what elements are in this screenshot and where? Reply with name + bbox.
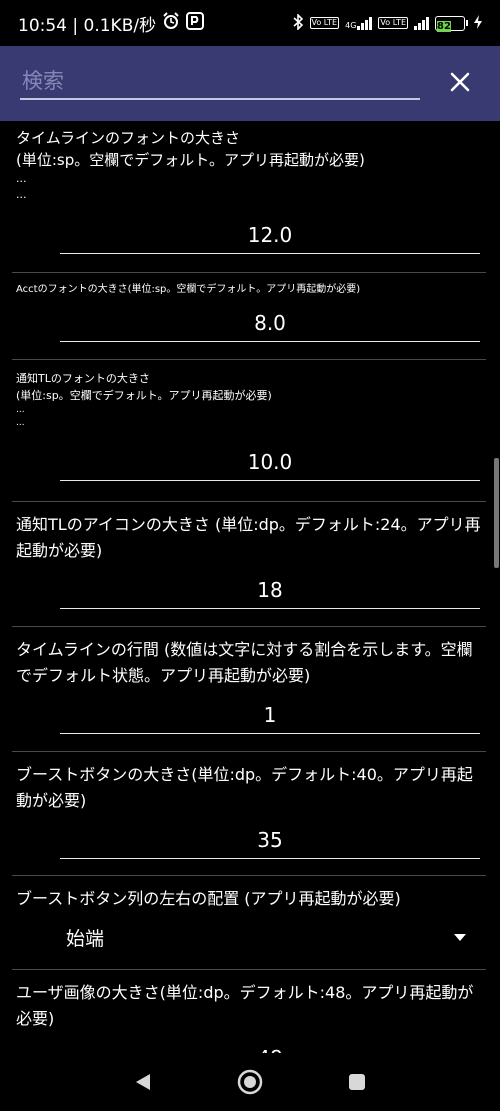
boost-button-alignment-select[interactable]: 始端 xyxy=(66,924,466,951)
home-circle-icon xyxy=(237,1069,263,1095)
label-line: タイムラインのフォントの大きさ xyxy=(16,129,240,147)
scrollbar[interactable] xyxy=(494,458,499,568)
label-line: 通知TLのフォントの大きさ xyxy=(16,372,150,385)
label-line: ... xyxy=(16,418,25,428)
notification-icon-size-input[interactable]: 18 xyxy=(60,578,480,609)
notification-font-size-input[interactable]: 10.0 xyxy=(60,450,480,481)
divider xyxy=(12,751,486,752)
setting-label: ユーザ画像の大きさ(単位:dp。デフォルト:48。アプリ再起動が必要) xyxy=(16,983,474,1028)
label-line: ... xyxy=(16,405,25,415)
signal-strength-icon-2 xyxy=(414,16,429,30)
setting-label: 通知TLのフォントの大きさ (単位:sp。空欄でデフォルト。アプリ再起動が必要)… xyxy=(16,370,486,430)
setting-label: ブーストボタン列の左右の配置 (アプリ再起動が必要) xyxy=(16,889,401,908)
setting-label: タイムラインの行間 (数値は文字に対する割合を示します。空欄でデフォルト状態。ア… xyxy=(16,640,473,685)
status-bar: 10:54 | 0.1KB/秒 Vo LTE 4G Vo LTE 82 xyxy=(0,0,500,46)
search-input[interactable] xyxy=(20,64,420,100)
label-line: ... xyxy=(16,188,27,201)
divider xyxy=(12,626,486,627)
setting-label: タイムラインのフォントの大きさ (単位:sp。空欄でデフォルト。アプリ再起動が必… xyxy=(16,127,486,203)
divider xyxy=(12,272,486,273)
timeline-font-size-input[interactable]: 12.0 xyxy=(60,223,480,254)
recents-square-icon xyxy=(348,1074,365,1090)
acct-font-size-input[interactable]: 8.0 xyxy=(60,311,480,342)
boost-button-size-input[interactable]: 35 xyxy=(60,828,480,859)
line-spacing-input[interactable]: 1 xyxy=(60,703,480,734)
divider xyxy=(12,359,486,360)
divider xyxy=(12,969,486,970)
status-time: 10:54 | 0.1KB/秒 xyxy=(18,15,157,36)
settings-list: タイムラインのフォントの大きさ (単位:sp。空欄でデフォルト。アプリ再起動が必… xyxy=(0,121,500,1053)
volte-badge-1: Vo LTE xyxy=(309,17,340,29)
home-button[interactable] xyxy=(230,1062,270,1102)
setting-label: Acctのフォントの大きさ(単位:sp。空欄でデフォルト。アプリ再起動が必要) xyxy=(16,284,361,295)
dropdown-arrow-icon xyxy=(454,934,466,941)
divider xyxy=(12,875,486,876)
charging-icon xyxy=(474,14,482,32)
system-navigation-bar xyxy=(0,1053,500,1111)
network-type-label: 4G xyxy=(345,21,357,30)
alarm-icon xyxy=(162,11,180,35)
setting-label: ブーストボタンの大きさ(単位:dp。デフォルト:40。アプリ再起動が必要) xyxy=(16,765,473,810)
user-avatar-size-input[interactable]: 48 xyxy=(60,1046,480,1053)
signal-strength-icon-1: 4G xyxy=(345,16,373,30)
dropdown-selected-value: 始端 xyxy=(66,928,105,950)
search-header xyxy=(0,46,500,121)
battery-icon: 82 xyxy=(435,15,468,32)
close-icon xyxy=(450,72,470,92)
app-notification-icon xyxy=(186,11,205,35)
setting-label: 通知TLのアイコンの大きさ (単位:dp。デフォルト:24。アプリ再起動が必要) xyxy=(16,515,481,560)
label-line: ... xyxy=(16,172,27,185)
back-button[interactable] xyxy=(123,1062,163,1102)
close-button[interactable] xyxy=(444,66,476,98)
back-triangle-icon xyxy=(136,1074,151,1090)
volte-badge-2: Vo LTE xyxy=(378,17,408,29)
label-line: (単位:sp。空欄でデフォルト。アプリ再起動が必要) xyxy=(16,151,365,169)
bluetooth-icon xyxy=(292,12,304,33)
divider xyxy=(12,501,486,502)
recents-button[interactable] xyxy=(337,1062,377,1102)
label-line: (単位:sp。空欄でデフォルト。アプリ再起動が必要) xyxy=(16,389,272,402)
battery-level: 82 xyxy=(437,20,451,32)
